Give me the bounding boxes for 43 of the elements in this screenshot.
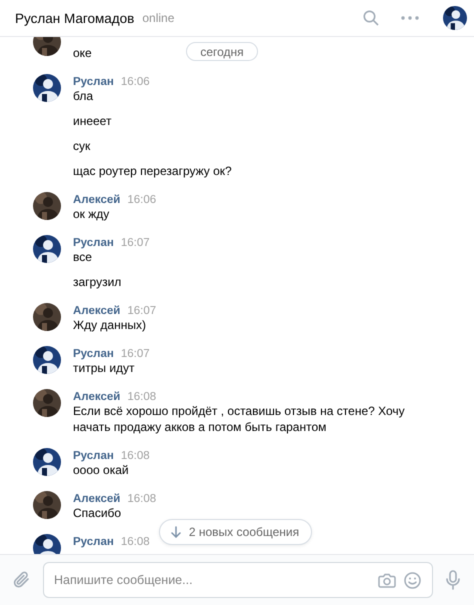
author-name[interactable]: Алексей	[73, 493, 120, 505]
author-name[interactable]: Руслан	[73, 536, 114, 548]
author-name[interactable]: Алексей	[73, 391, 120, 403]
message-text: все	[73, 249, 93, 265]
microphone-icon[interactable]	[446, 570, 460, 590]
author-name[interactable]: Руслан	[73, 450, 114, 462]
message-text: сук	[73, 138, 92, 154]
message-time: 16:07	[127, 305, 156, 317]
date-label[interactable]: сегодня	[186, 42, 258, 61]
message-text: титры идут	[73, 360, 136, 376]
paperclip-icon[interactable]	[13, 570, 31, 590]
message-text: оке	[73, 45, 92, 61]
author-name[interactable]: Руслан	[73, 237, 114, 249]
author-name[interactable]: Руслан	[73, 76, 114, 88]
camera-icon[interactable]	[378, 572, 396, 588]
more-icon[interactable]	[401, 16, 419, 20]
message-text: Если всё хорошо пройдёт , оставишь отзыв на стене? Хочу начать продажу акков а потом быть гарантом	[73, 403, 406, 435]
arrow-down-icon	[170, 526, 181, 538]
smile-icon[interactable]	[404, 572, 421, 588]
author-name[interactable]: Руслан	[73, 348, 114, 360]
message-text: инееет	[73, 113, 112, 129]
message-text: ок жду	[73, 206, 110, 222]
message-time: 16:06	[127, 194, 156, 206]
message-text: Жду данных)	[73, 317, 147, 333]
message-time: 16:07	[120, 237, 150, 249]
message-time: 16:08	[127, 391, 156, 403]
chat-title: Руслан Магомадов	[15, 10, 134, 26]
message-text: щас роутер перезагружу ок?	[73, 163, 232, 179]
message-text: оооо окай	[73, 462, 130, 478]
status-text: online	[142, 11, 174, 25]
message-time: 16:08	[120, 536, 150, 548]
author-name[interactable]: Алексей	[73, 305, 120, 317]
message-time: 16:07	[120, 348, 150, 360]
message-text: бла	[73, 88, 94, 104]
message-time: 16:06	[120, 76, 150, 88]
message-time: 16:08	[127, 493, 156, 505]
author-name[interactable]: Алексей	[73, 194, 120, 206]
message-text: загрузил	[73, 274, 122, 290]
message-text: Спасибо	[73, 505, 122, 521]
new-messages-button[interactable]: 2 новых сообщения	[158, 519, 312, 545]
message-time: 16:08	[120, 450, 150, 462]
message-field[interactable]: Напишите сообщение...	[43, 562, 433, 598]
search-icon[interactable]	[363, 10, 379, 26]
